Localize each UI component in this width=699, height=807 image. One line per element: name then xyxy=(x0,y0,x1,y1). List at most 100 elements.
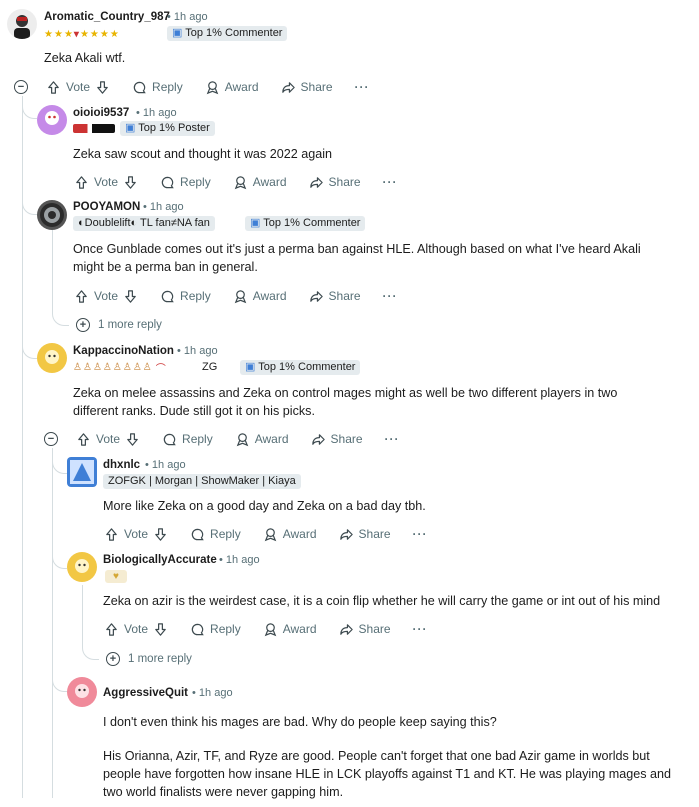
reply-button[interactable]: Reply xyxy=(132,80,183,95)
reply-button[interactable]: Reply xyxy=(162,432,213,447)
top-commenter-flair: ▣ Top 1% Commenter xyxy=(167,26,288,41)
team-flair: ZG xyxy=(200,360,220,375)
vote-control[interactable]: Vote xyxy=(46,80,110,95)
upvote-icon[interactable] xyxy=(74,175,89,190)
reply-button[interactable]: Reply xyxy=(160,175,211,190)
more-options-button[interactable]: ··· xyxy=(413,527,428,541)
more-replies-link[interactable]: +1 more reply xyxy=(106,652,192,666)
award-button[interactable]: Award xyxy=(263,527,317,542)
username[interactable]: BiologicallyAccurate xyxy=(103,554,217,566)
team-logo-icon xyxy=(73,124,115,133)
thread-connector xyxy=(22,214,37,359)
heart-icon: ♥ xyxy=(105,570,127,583)
star-icon: ★ xyxy=(79,29,89,40)
username[interactable]: AggressiveQuit xyxy=(103,687,188,699)
comment-body-line: people have forgotten how insane HLE in … xyxy=(103,767,672,781)
username[interactable]: POOYAMON xyxy=(73,201,140,213)
comment-actions: Vote Reply Award Share ··· xyxy=(104,619,428,639)
flair-emoji-row: ★ ★ ★ ▾ ★ ★ ★ ★ xyxy=(44,27,119,42)
username[interactable]: dhxnlc xyxy=(103,459,140,471)
downvote-icon[interactable] xyxy=(123,175,138,190)
comment-body-line: two world finalists were never gapping h… xyxy=(103,785,344,799)
upvote-icon[interactable] xyxy=(46,80,61,95)
comment-body: Zeka Akali wtf. xyxy=(44,51,126,65)
username[interactable]: oioioi9537 xyxy=(73,107,129,119)
more-options-button[interactable]: ··· xyxy=(383,175,398,189)
figure-icon: ♙ xyxy=(142,362,152,373)
share-button[interactable]: Share xyxy=(339,622,391,637)
figure-icon: ♙ xyxy=(112,362,122,373)
expand-icon[interactable]: + xyxy=(106,652,120,666)
username[interactable]: Aromatic_Country_987 xyxy=(44,11,170,23)
team-logo-icon: ⌒ xyxy=(155,364,166,375)
award-button[interactable]: Award xyxy=(235,432,289,447)
username[interactable]: KappaccinoNation xyxy=(73,345,174,357)
timestamp: • 1h ago xyxy=(143,201,184,213)
timestamp: • 1h ago xyxy=(145,459,186,471)
upvote-icon[interactable] xyxy=(74,289,89,304)
avatar[interactable] xyxy=(37,343,67,373)
vote-control[interactable]: Vote xyxy=(104,527,168,542)
doublelift-icon: ◐ xyxy=(78,217,85,229)
badge-icon: ▣ xyxy=(172,27,183,39)
avatar[interactable] xyxy=(7,9,37,39)
avatar[interactable] xyxy=(37,105,67,135)
vote-control[interactable]: Vote xyxy=(76,432,140,447)
thread-line xyxy=(82,585,83,647)
avatar[interactable] xyxy=(67,552,97,582)
more-options-button[interactable]: ··· xyxy=(413,622,428,636)
upvote-icon[interactable] xyxy=(104,622,119,637)
figure-icon: ♙ xyxy=(82,362,92,373)
downvote-icon[interactable] xyxy=(123,289,138,304)
share-button[interactable]: Share xyxy=(309,289,361,304)
upvote-icon[interactable] xyxy=(104,527,119,542)
vote-control[interactable]: Vote xyxy=(74,175,138,190)
figure-icon: ♙ xyxy=(73,362,82,373)
downvote-icon[interactable] xyxy=(153,622,168,637)
share-button[interactable]: Share xyxy=(311,432,363,447)
timestamp: • 1h ago xyxy=(167,11,208,23)
share-icon xyxy=(311,433,325,445)
award-icon xyxy=(206,80,219,94)
upvote-icon[interactable] xyxy=(76,432,91,447)
more-replies-link[interactable]: +1 more reply xyxy=(76,318,162,332)
expand-icon[interactable]: + xyxy=(76,318,90,332)
reply-button[interactable]: Reply xyxy=(190,527,241,542)
avatar[interactable] xyxy=(67,677,97,707)
collapse-thread-button[interactable]: − xyxy=(14,80,28,94)
thread-connector xyxy=(52,312,69,326)
avatar[interactable] xyxy=(67,457,97,487)
downvote-icon[interactable] xyxy=(95,80,110,95)
share-button[interactable]: Share xyxy=(309,175,361,190)
comment-actions: Vote Reply Award Share ··· xyxy=(74,172,398,192)
share-button[interactable]: Share xyxy=(281,80,333,95)
more-options-button[interactable]: ··· xyxy=(385,432,400,446)
collapse-thread-button[interactable]: − xyxy=(44,432,58,446)
timestamp: • 1h ago xyxy=(219,554,260,566)
comment-icon xyxy=(191,528,204,540)
award-icon xyxy=(264,527,277,541)
vote-control[interactable]: Vote xyxy=(104,622,168,637)
team-logo-icon: ▾ xyxy=(73,29,79,40)
thread-line xyxy=(52,230,53,312)
share-button[interactable]: Share xyxy=(339,527,391,542)
downvote-icon[interactable] xyxy=(153,527,168,542)
vote-control[interactable]: Vote xyxy=(74,289,138,304)
star-icon: ★ xyxy=(44,29,53,40)
comment-actions: Vote Reply Award Share ··· xyxy=(74,286,398,306)
award-button[interactable]: Award xyxy=(233,175,287,190)
flair-emoji-row: ♙ ♙ ♙ ♙ ♙ ♙ ♙ ♙ ⌒ xyxy=(73,360,166,375)
figure-icon: ♙ xyxy=(102,362,112,373)
more-options-button[interactable]: ··· xyxy=(355,80,370,94)
comment-body-line: Once Gunblade comes out it's just a perm… xyxy=(73,242,641,256)
comment-body: More like Zeka on a good day and Zeka on… xyxy=(103,499,426,513)
award-button[interactable]: Award xyxy=(233,289,287,304)
award-button[interactable]: Award xyxy=(205,80,259,95)
comment-icon xyxy=(161,290,174,302)
award-button[interactable]: Award xyxy=(263,622,317,637)
more-options-button[interactable]: ··· xyxy=(383,289,398,303)
downvote-icon[interactable] xyxy=(125,432,140,447)
avatar[interactable] xyxy=(37,200,67,230)
reply-button[interactable]: Reply xyxy=(190,622,241,637)
reply-button[interactable]: Reply xyxy=(160,289,211,304)
